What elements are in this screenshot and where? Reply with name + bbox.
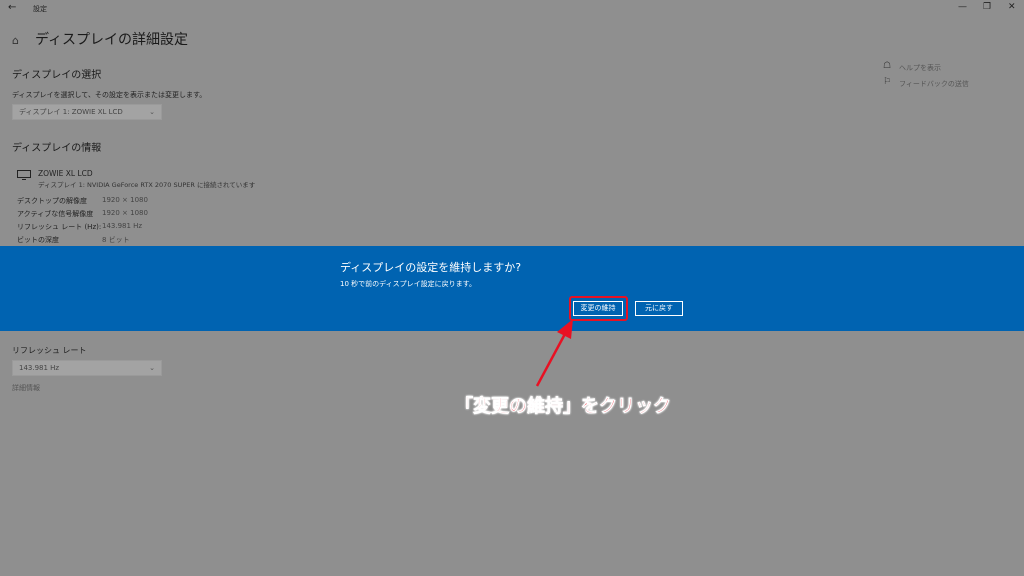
dialog-countdown: 10 秒で前のディスプレイ設定に戻ります。: [340, 280, 476, 288]
refresh-rate-select[interactable]: 143.981 Hz ⌄: [12, 360, 162, 376]
info-value: 143.981 Hz: [102, 222, 143, 230]
revert-button[interactable]: 元に戻す: [635, 301, 683, 316]
display-info-heading: ディスプレイの情報: [12, 143, 102, 154]
info-label: ビットの深度: [17, 236, 59, 244]
feedback-link[interactable]: フィードバックの送信: [899, 79, 969, 89]
info-value: 8 ビット: [102, 236, 130, 244]
display-select[interactable]: ディスプレイ 1: ZOWIE XL LCD ⌄: [12, 104, 162, 120]
monitor-connection: ディスプレイ 1: NVIDIA GeForce RTX 2070 SUPER …: [38, 181, 256, 189]
close-icon[interactable]: ✕: [1008, 2, 1016, 12]
app-title: 設定: [33, 5, 47, 13]
help-icon: ☖: [883, 61, 892, 71]
annotation-text: 「変更の維持」をクリック: [455, 396, 672, 418]
monitor-name: ZOWIE XL LCD: [38, 169, 93, 178]
minimize-icon[interactable]: —: [958, 2, 967, 12]
feedback-icon: ⚐: [883, 77, 892, 87]
chevron-down-icon: ⌄: [149, 108, 155, 116]
keep-changes-button[interactable]: 変更の維持: [573, 301, 623, 316]
back-arrow-icon[interactable]: ←: [8, 2, 16, 13]
more-info-link[interactable]: 詳細情報: [12, 383, 40, 393]
monitor-icon: [17, 170, 31, 180]
page-title: ディスプレイの詳細設定: [35, 32, 189, 48]
info-label: リフレッシュ レート (Hz):: [17, 223, 102, 231]
dialog-title: ディスプレイの設定を維持しますか?: [340, 261, 522, 274]
title-bar: ← 設定 — ❐ ✕: [0, 0, 1024, 18]
home-icon[interactable]: ⌂: [12, 34, 19, 47]
help-link[interactable]: ヘルプを表示: [899, 63, 941, 73]
restore-icon[interactable]: ❐: [983, 2, 991, 12]
info-label: アクティブな信号解像度: [17, 210, 94, 218]
chevron-down-icon: ⌄: [149, 364, 155, 372]
refresh-rate-heading: リフレッシュ レート: [12, 346, 87, 355]
display-select-value: ディスプレイ 1: ZOWIE XL LCD: [19, 108, 123, 116]
info-value: 1920 × 1080: [102, 196, 148, 204]
select-display-heading: ディスプレイの選択: [12, 70, 102, 81]
refresh-rate-value: 143.981 Hz: [19, 364, 60, 372]
select-display-description: ディスプレイを選択して、その設定を表示または変更します。: [12, 91, 207, 99]
info-value: 1920 × 1080: [102, 209, 148, 217]
info-label: デスクトップの解像度: [17, 197, 87, 205]
